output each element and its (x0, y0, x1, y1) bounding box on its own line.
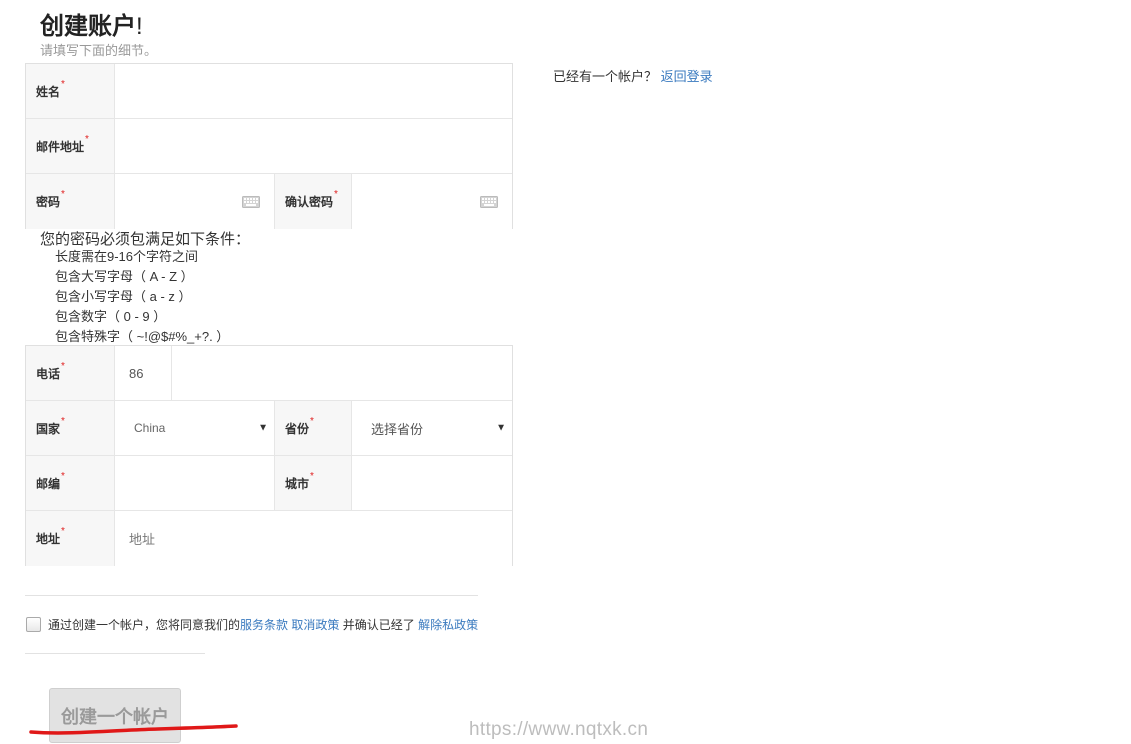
required-mark: * (61, 78, 65, 90)
postcode-label: 邮编 * (26, 456, 115, 510)
province-label-text: 省份 (285, 421, 310, 436)
privacy-policy-link[interactable]: 解除私政策 (418, 616, 478, 633)
page-title: 创建账户! (40, 6, 143, 41)
password-rule-item: 包含小写字母（ a - z ） (55, 289, 192, 304)
page-subtitle: 请填写下面的细节。 (40, 43, 158, 58)
required-mark: * (61, 526, 65, 537)
confirm-password-label-text: 确认密码 (285, 195, 334, 209)
phone-row: 电话 * 86 (26, 346, 512, 401)
required-mark: * (310, 415, 314, 427)
dropdown-arrow-icon: ▼ (258, 422, 268, 434)
agree-checkbox[interactable] (26, 617, 41, 632)
email-label: 邮件地址 * (26, 119, 115, 173)
required-mark: * (61, 360, 65, 372)
address-label: 地址 * (26, 511, 115, 566)
login-hint-text: 已经有一个帐户？ (553, 69, 658, 84)
email-row: 邮件地址 * (26, 119, 512, 174)
required-mark: * (85, 133, 89, 145)
back-to-login-link[interactable]: 返回登录 (661, 69, 713, 84)
terms-of-service-link[interactable]: 服务条款 (240, 616, 288, 633)
postcode-label-text: 邮编 (36, 476, 61, 491)
keyboard-icon[interactable] (242, 195, 260, 208)
country-label: 国家 * (26, 401, 115, 455)
login-hint: 已经有一个帐户？ 返回登录 (553, 66, 713, 85)
account-form-top: 姓名 * 邮件地址 * 密码 * 确认密码 * (25, 63, 513, 229)
phone-input[interactable] (172, 346, 512, 400)
city-input[interactable] (352, 456, 512, 510)
password-label-text: 密码 (36, 195, 61, 209)
password-rule-item: 包含大写字母（ A - Z ） (55, 269, 194, 284)
postcode-row: 邮编 * 城市 * (26, 456, 512, 511)
province-label: 省份 * (275, 401, 352, 455)
address-row: 地址 * 地址 (26, 511, 512, 566)
name-label: 姓名 * (26, 64, 115, 118)
country-label-text: 国家 (36, 421, 61, 436)
province-selected-value: 选择省份 (371, 421, 424, 437)
address-input[interactable]: 地址 (115, 511, 512, 566)
email-input[interactable] (115, 119, 512, 173)
country-selected-value: China (134, 421, 166, 435)
phone-country-code[interactable]: 86 (115, 346, 172, 400)
required-mark: * (61, 470, 65, 482)
name-row: 姓名 * (26, 64, 512, 119)
city-label: 城市 * (275, 456, 352, 510)
password-input[interactable] (115, 174, 275, 229)
name-label-text: 姓名 (36, 84, 61, 99)
province-select[interactable]: 选择省份 ▼ (352, 401, 512, 455)
city-label-text: 城市 (285, 476, 310, 491)
create-account-button[interactable]: 创建一个帐户 (49, 688, 181, 743)
divider (25, 595, 478, 596)
password-rule-item: 长度需在9-16个字符之间 (55, 249, 199, 264)
address-label-text: 地址 (36, 532, 61, 546)
divider (25, 653, 205, 654)
password-label: 密码 * (26, 174, 115, 229)
postcode-input[interactable] (115, 456, 275, 510)
country-select[interactable]: China ▼ (115, 401, 275, 455)
confirm-password-input[interactable] (352, 174, 512, 229)
keyboard-icon[interactable] (480, 195, 498, 208)
page-title-text: 创建账户 (40, 13, 136, 40)
phone-label: 电话 * (26, 346, 115, 400)
page-title-suffix: ! (136, 13, 143, 40)
dropdown-arrow-icon: ▼ (496, 422, 506, 434)
required-mark: * (310, 470, 314, 482)
confirm-password-label: 确认密码 * (275, 174, 352, 229)
phone-label-text: 电话 (36, 366, 61, 381)
agreement-middle-text: 并确认已经了 (339, 618, 419, 632)
required-mark: * (61, 189, 65, 200)
password-rule-item: 包含特殊字（ ~!@$#%_+?. ） (55, 329, 230, 344)
password-row: 密码 * 确认密码 * (26, 174, 512, 229)
agreement-row: 通过创建一个帐户，您将同意我们的 服务条款 取消政策 并确认已经了 解除私政策 (26, 616, 478, 633)
cancellation-policy-link[interactable]: 取消政策 (291, 616, 339, 633)
password-rule-item: 包含数字（ 0 - 9 ） (55, 309, 167, 324)
name-input[interactable] (115, 64, 512, 118)
watermark: https://www.nqtxk.cn (469, 719, 649, 740)
account-form-bottom: 电话 * 86 国家 * China ▼ 省份 * 选择省份 ▼ 邮编 * 城市 * 地 (25, 345, 513, 566)
email-label-text: 邮件地址 (36, 139, 85, 154)
required-mark: * (61, 415, 65, 427)
agreement-text: 通过创建一个帐户，您将同意我们的 (48, 618, 241, 632)
required-mark: * (334, 189, 338, 200)
country-row: 国家 * China ▼ 省份 * 选择省份 ▼ (26, 401, 512, 456)
